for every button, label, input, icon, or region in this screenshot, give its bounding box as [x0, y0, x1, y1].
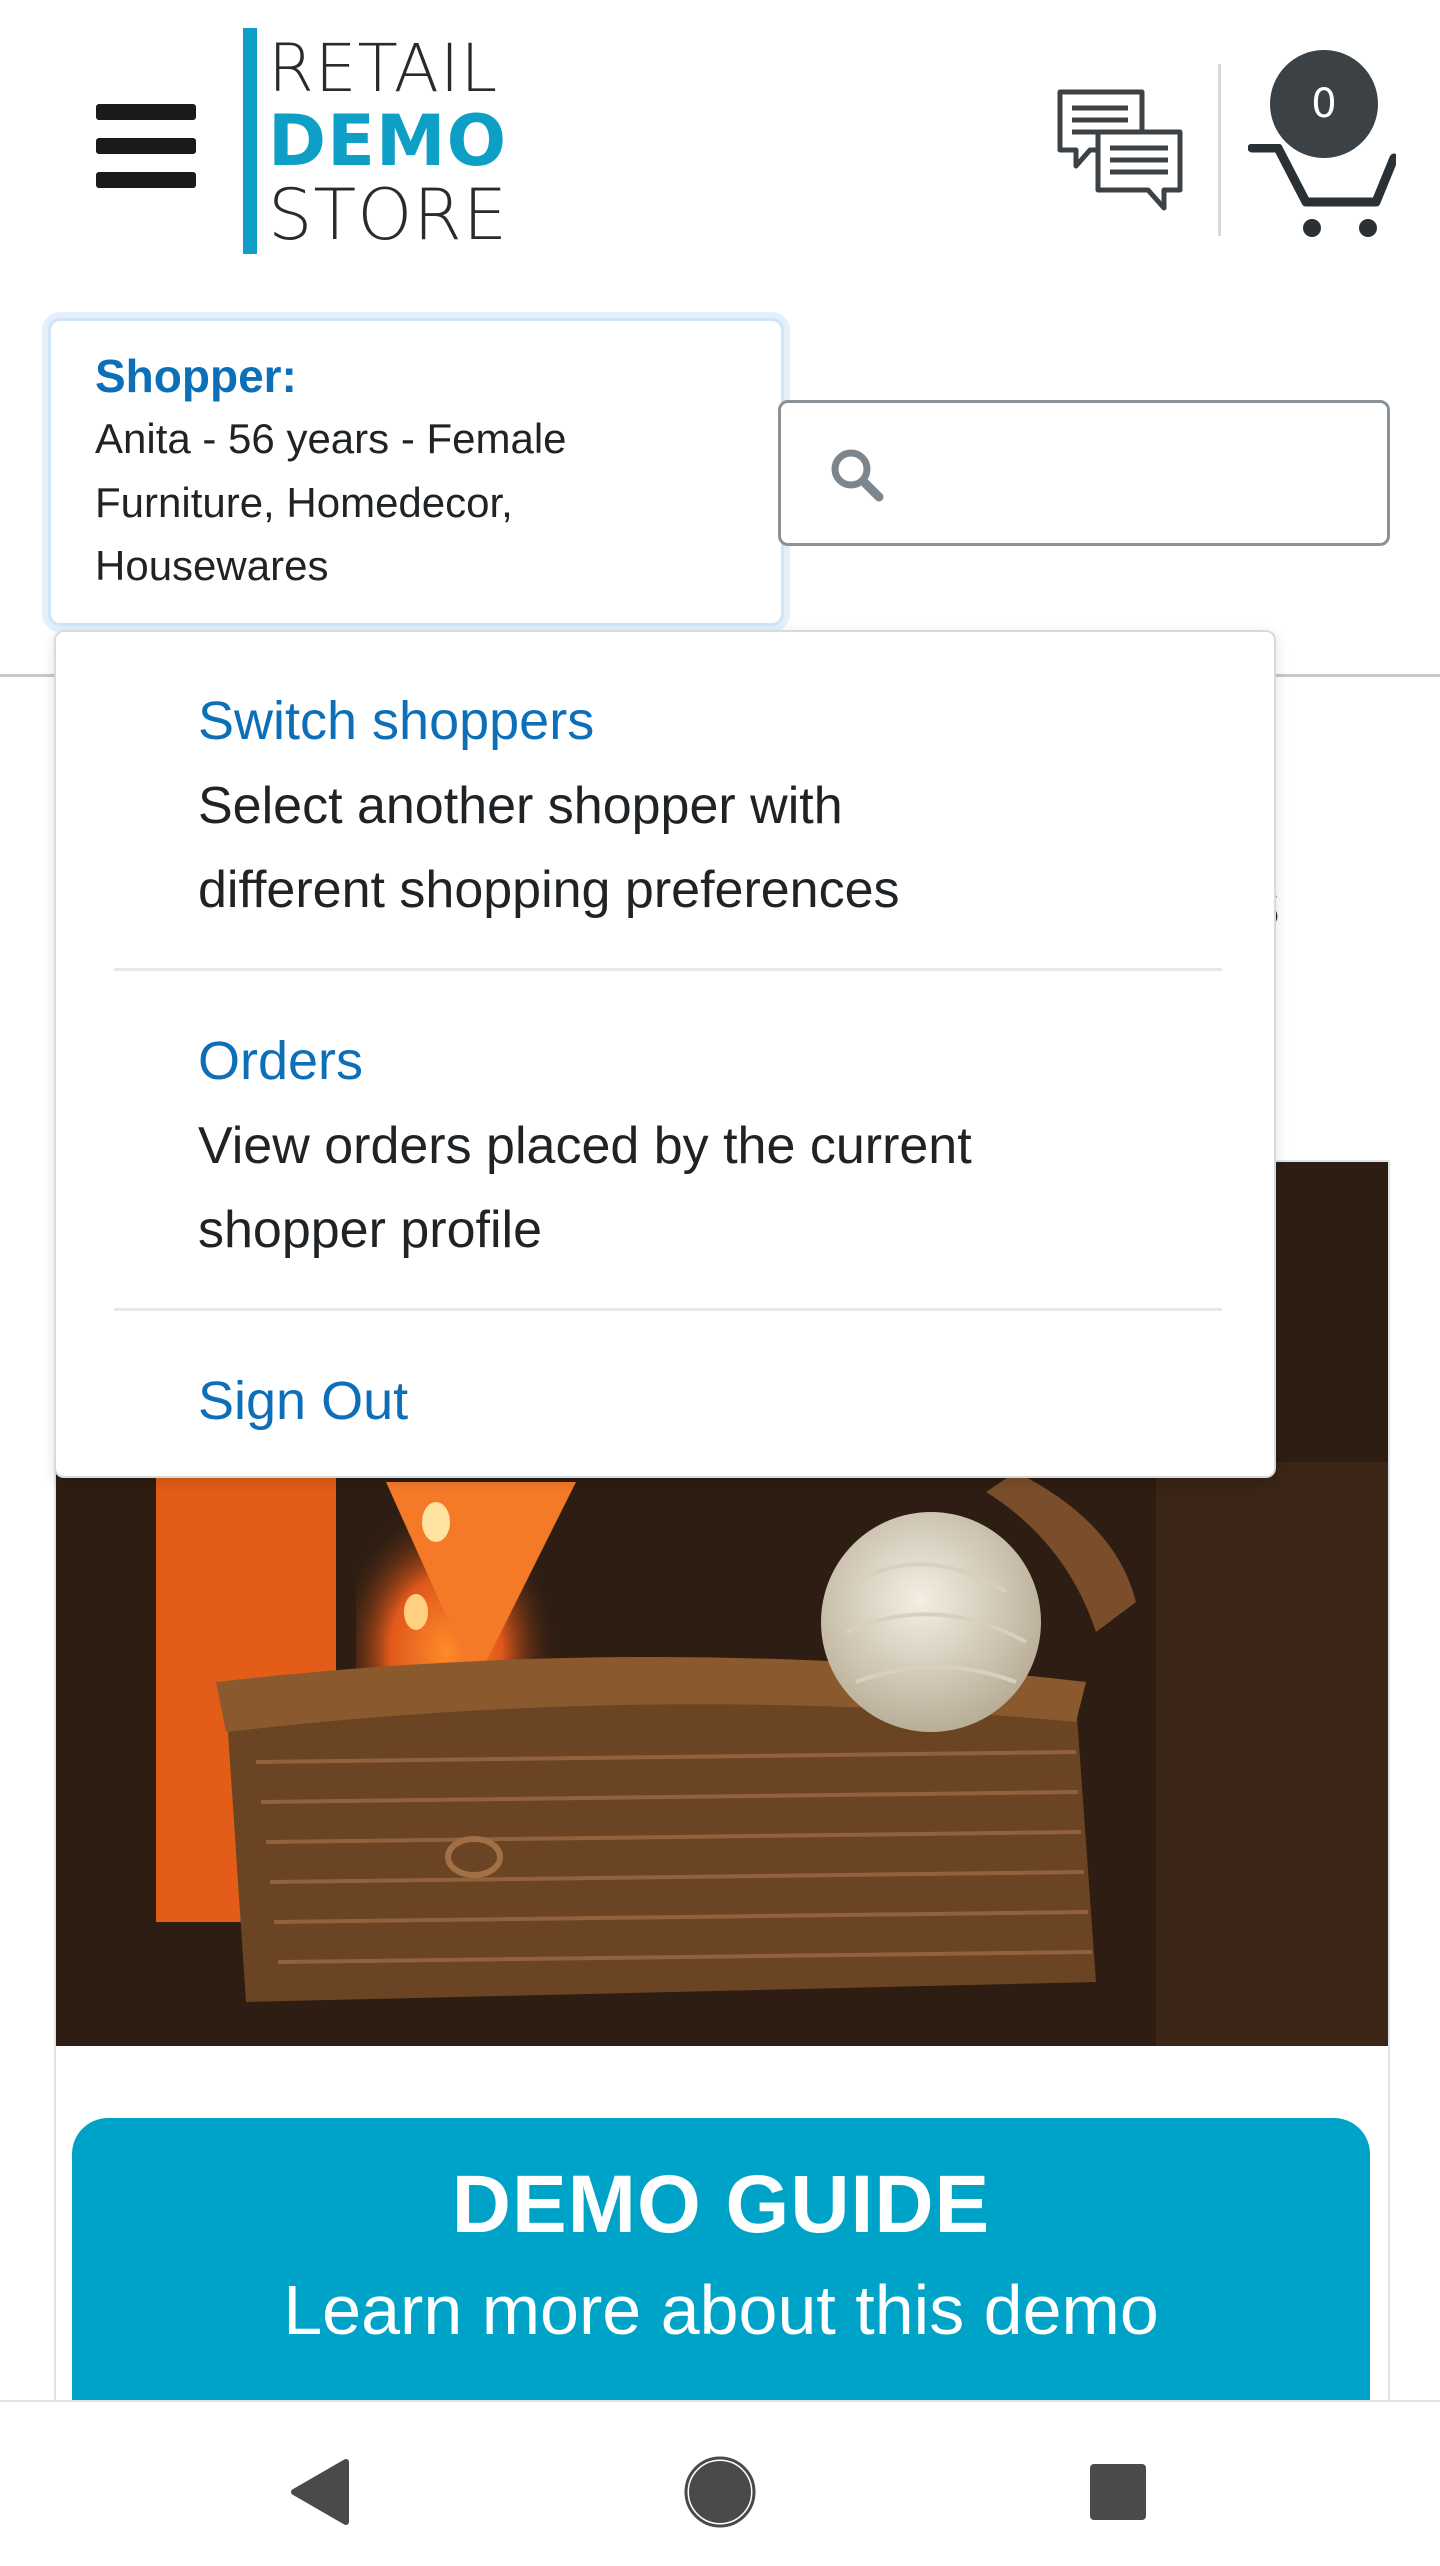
logo-line-2: DEMO	[268, 100, 508, 182]
menu-item-orders[interactable]: Orders View orders placed by the current…	[56, 1020, 1278, 1272]
menu-item-sign-out[interactable]: Sign Out	[56, 1360, 1278, 1444]
orders-link[interactable]: Orders	[198, 1020, 1278, 1104]
orders-desc-1: View orders placed by the current	[198, 1116, 972, 1175]
menu-separator	[114, 968, 1222, 971]
shopper-profile: Anita - 56 years - Female	[95, 414, 567, 462]
demo-guide-banner[interactable]: DEMO GUIDE Learn more about this demo	[72, 2118, 1370, 2418]
demo-guide-subtitle: Learn more about this demo	[283, 2271, 1159, 2349]
header-divider	[1218, 64, 1221, 236]
logo-line-1: RETAIL	[268, 30, 499, 107]
logo-bar	[243, 28, 257, 254]
menu-separator	[114, 1308, 1222, 1311]
recents-icon[interactable]	[1078, 2452, 1158, 2532]
cart-icon	[1248, 144, 1396, 237]
back-icon[interactable]	[280, 2452, 360, 2532]
system-nav-bar	[0, 2400, 1440, 2566]
menu-item-switch-shoppers[interactable]: Switch shoppers Select another shopper w…	[56, 680, 1278, 932]
shopper-title: Shopper:	[95, 350, 297, 402]
orders-desc-2: shopper profile	[198, 1200, 542, 1259]
cart-count-badge: 0	[1270, 50, 1378, 158]
switch-shoppers-link[interactable]: Switch shoppers	[198, 680, 1278, 764]
chat-icon[interactable]	[1056, 88, 1184, 214]
shopper-interests: Furniture, Homedecor,	[95, 478, 513, 526]
demo-guide-title: DEMO GUIDE	[451, 2159, 991, 2250]
switch-shoppers-desc-1: Select another shopper with	[198, 776, 843, 835]
store-logo[interactable]: RETAIL DEMO STORE	[240, 28, 530, 254]
shopper-selector[interactable]: Shopper: Anita - 56 years - Female Furni…	[48, 318, 784, 626]
page: RETAIL DEMO STORE 0 Shopper: Anita - 56 …	[0, 0, 1440, 2566]
sign-out-link[interactable]: Sign Out	[198, 1360, 1278, 1444]
logo-line-3: STORE	[268, 174, 509, 256]
home-icon[interactable]	[680, 2452, 760, 2532]
shopper-dropdown-menu: Switch shoppers Select another shopper w…	[54, 630, 1276, 1478]
shopper-interests-cont: Housewares	[95, 542, 329, 590]
cart-button[interactable]: 0	[1248, 50, 1396, 242]
switch-shoppers-desc-2: different shopping preferences	[198, 860, 900, 919]
search-input[interactable]	[778, 400, 1390, 546]
site-header: RETAIL DEMO STORE 0 Shopper: Anita - 56 …	[0, 0, 1440, 680]
search-icon	[831, 449, 884, 502]
menu-icon[interactable]	[96, 100, 200, 192]
